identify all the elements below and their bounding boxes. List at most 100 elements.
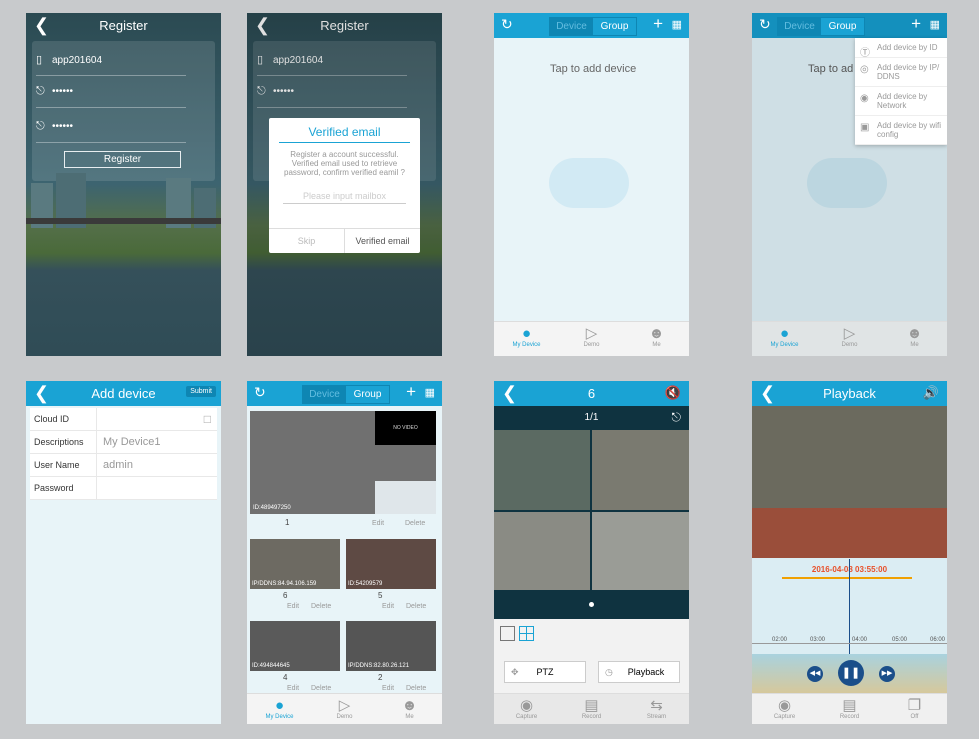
camera-icon: ◉ [777, 697, 792, 714]
timeline[interactable]: 2016-04-08 03:55:00 02:00 03:00 04:00 05… [752, 559, 947, 654]
video-channel[interactable] [494, 430, 590, 510]
user-icon: ☻ [906, 325, 923, 342]
edit-button[interactable]: Edit [287, 685, 299, 692]
tab-bar: ◉ Capture ▤ Record ❐ Off [752, 693, 947, 724]
add-icon[interactable]: + [406, 382, 416, 402]
add-device-form: Cloud ID □ Descriptions My Device1 User Na… [30, 408, 217, 500]
id-icon: Ⓣ [860, 48, 870, 59]
username-field[interactable]: ▯ app201604 [36, 53, 186, 76]
email-input[interactable]: Please input mailbox [283, 191, 406, 204]
verify-button[interactable]: Verified email [345, 229, 420, 253]
add-device-menu: Ⓣ Add device by ID ◎ Add device by IP/ DDN… [855, 38, 947, 145]
verify-email-screen: ❮ Register ▯ app201604 ⎋ •••••• Verified e… [247, 13, 442, 356]
tab-my-device[interactable]: ● My Device [494, 322, 559, 356]
tick-label: 05:00 [892, 637, 908, 643]
delete-button[interactable]: Delete [311, 685, 331, 692]
device-grid-screen: ↻ Device Group + ▦ NO VIDEO ID:489497250… [247, 381, 442, 724]
tab-my-device[interactable]: ● My Device [752, 322, 817, 356]
device-thumbnail[interactable]: IP/DDNS:84.94.106.159 [250, 539, 340, 589]
delete-button[interactable]: Delete [405, 520, 425, 527]
edit-button[interactable]: Edit [372, 520, 384, 527]
submit-button[interactable]: Submit [186, 386, 216, 397]
capture-button[interactable]: ◉ Capture [752, 694, 817, 724]
volume-icon[interactable]: 🔊 [923, 385, 939, 401]
pause-icon[interactable]: ❚❚ [838, 660, 864, 686]
lock-icon: ⎋ [36, 120, 45, 132]
mute-icon[interactable]: 🔇 [665, 385, 681, 401]
device-id: IP/DDNS:84.94.106.159 [252, 581, 317, 587]
playback-button[interactable]: ◷ Playback [598, 661, 680, 683]
edit-button[interactable]: Edit [382, 603, 394, 610]
delete-button[interactable]: Delete [311, 603, 331, 610]
camera-icon: ● [274, 697, 285, 714]
skip-button[interactable]: Skip [269, 229, 345, 253]
tab-group[interactable]: Group [593, 18, 636, 35]
capture-button[interactable]: ◉ Capture [494, 694, 559, 724]
menu-item-by-wifi[interactable]: ▣ Add device by wifi config [855, 116, 947, 145]
tab-device[interactable]: Device [550, 18, 593, 35]
tab-me[interactable]: ☻ Me [882, 322, 947, 356]
qr-icon[interactable]: ▦ [930, 18, 940, 31]
top-bar: ❮ 6 🔇 [494, 381, 689, 406]
menu-item-by-ip[interactable]: ◎ Add device by IP/ DDNS [855, 58, 947, 87]
playback-screen: ❮ Playback 🔊 2016-04-08 03:55:00 02:00 0… [752, 381, 947, 724]
tab-me[interactable]: ☻ Me [624, 322, 689, 356]
device-thumbnail[interactable]: ID:54209579 [346, 539, 436, 589]
username-row[interactable]: User Name admin [30, 454, 217, 477]
add-icon[interactable]: + [653, 14, 663, 34]
device-thumbnail[interactable]: ID:494844645 [250, 621, 340, 671]
device-number: 5 [378, 591, 383, 600]
video-channel[interactable] [592, 430, 689, 510]
dialog-title: Verified email [279, 118, 410, 143]
tab-demo[interactable]: ▷ Demo [559, 322, 624, 356]
lock-icon[interactable]: ⎋ [672, 410, 682, 425]
quad-view-icon[interactable] [519, 626, 534, 641]
edit-button[interactable]: Edit [382, 685, 394, 692]
segment-control: Device Group [777, 17, 865, 36]
tab-group[interactable]: Group [346, 386, 389, 403]
ptz-button[interactable]: ✥ PTZ [504, 661, 586, 683]
single-view-icon[interactable] [500, 626, 515, 641]
refresh-icon[interactable]: ↻ [254, 384, 266, 401]
scan-icon[interactable]: □ [204, 412, 211, 426]
tab-demo[interactable]: ▷ Demo [817, 322, 882, 356]
delete-button[interactable]: Delete [406, 603, 426, 610]
top-bar: ❮ Playback 🔊 [752, 381, 947, 406]
user-icon: ☻ [648, 325, 665, 342]
record-button[interactable]: ▤ Record [817, 694, 882, 724]
rewind-icon[interactable]: ◀◀ [807, 666, 823, 682]
device-thumbnail[interactable]: NO VIDEO ID:489497250 [250, 411, 436, 514]
play-icon: ▷ [585, 325, 598, 342]
record-button[interactable]: ▤ Record [559, 694, 624, 724]
menu-item-by-id[interactable]: Ⓣ Add device by ID [855, 38, 947, 59]
password-field[interactable]: ⎋ •••••• [36, 85, 186, 108]
tab-bar: ● My Device ▷ Demo ☻ Me [494, 321, 689, 356]
qr-icon[interactable]: ▦ [425, 386, 435, 399]
edit-button[interactable]: Edit [287, 603, 299, 610]
delete-button[interactable]: Delete [406, 685, 426, 692]
device-thumbnail[interactable]: IP/DDNS:82.80.26.121 [346, 621, 436, 671]
tab-demo[interactable]: ▷ Demo [312, 694, 377, 724]
off-button[interactable]: ❐ Off [882, 694, 947, 724]
tab-group[interactable]: Group [821, 18, 864, 35]
device-id: IP/DDNS:82.80.26.121 [348, 663, 410, 669]
playback-video[interactable] [752, 406, 947, 558]
cloud-id-row[interactable]: Cloud ID □ [30, 408, 217, 431]
tab-device[interactable]: Device [303, 386, 346, 403]
tab-my-device[interactable]: ● My Device [247, 694, 312, 724]
descriptions-row[interactable]: Descriptions My Device1 [30, 431, 217, 454]
stream-button[interactable]: ⇆ Stream [624, 694, 689, 724]
confirm-password-field[interactable]: ⎋ •••••• [36, 120, 186, 143]
add-icon[interactable]: + [911, 14, 921, 34]
tab-device[interactable]: Device [778, 18, 821, 35]
qr-icon[interactable]: ▦ [672, 18, 682, 31]
menu-item-by-network[interactable]: ◉ Add device by Network [855, 87, 947, 116]
video-channel[interactable] [494, 512, 590, 590]
tab-me[interactable]: ☻ Me [377, 694, 442, 724]
refresh-icon[interactable]: ↻ [501, 16, 513, 33]
forward-icon[interactable]: ▶▶ [879, 666, 895, 682]
password-row[interactable]: Password [30, 477, 217, 500]
refresh-icon[interactable]: ↻ [759, 16, 771, 33]
video-channel[interactable] [592, 512, 689, 590]
device-number: 1 [285, 518, 290, 527]
